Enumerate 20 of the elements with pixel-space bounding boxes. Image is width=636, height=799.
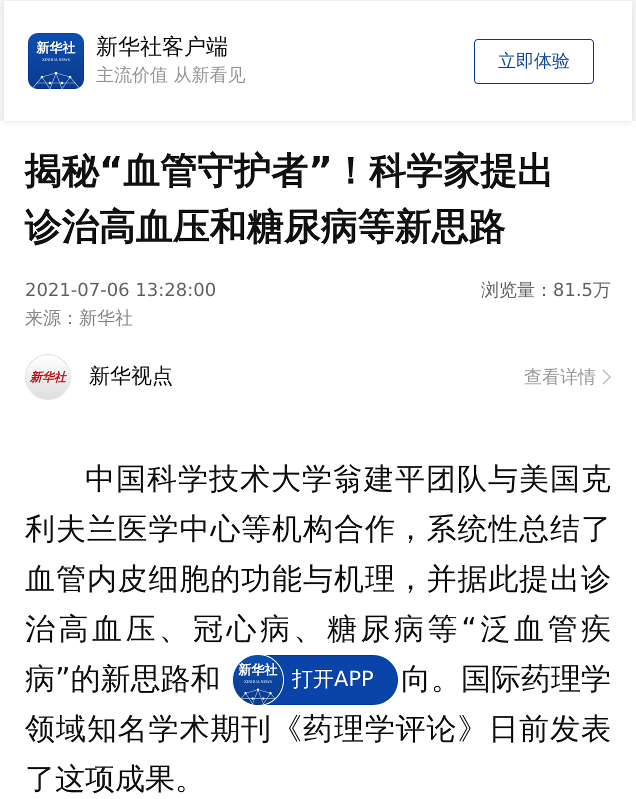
try-now-button[interactable]: 立即体验 <box>474 38 594 84</box>
article-text: 治高血压、冠心病、糖尿病等“泛血管疾 <box>25 611 611 649</box>
article-text: 病”的新思路和 <box>25 661 221 699</box>
article-text: 中国科学技术大学翁建平团队与美国克 <box>84 461 611 499</box>
article-text: 了这项成果。 <box>25 761 205 799</box>
logo-text: 新华社 <box>238 664 278 677</box>
publish-time: 2021-07-06 13:28:00 <box>25 279 216 303</box>
article-text: 血管内皮细胞的功能与机理，并据此提出诊 <box>25 561 611 599</box>
logo-text: 新华社 <box>36 42 76 55</box>
app-name: 新华社客户端 <box>96 34 229 62</box>
view-count: 浏览量：81.5万 <box>480 279 611 303</box>
chevron-right-icon <box>602 369 611 385</box>
source: 来源：新华社 <box>25 307 134 331</box>
author-name: 新华视点 <box>89 363 173 390</box>
article-text: 向。国际药理学 <box>401 661 611 699</box>
app-slogan: 主流价值 从新看见 <box>96 64 246 88</box>
headline: 揭秘“血管守护者”！科学家提出诊治高血压和糖尿病等新思路 <box>25 148 556 250</box>
article-text: 领域知名学术期刊《药理学评论》日前发表 <box>25 711 611 749</box>
article-text: 利夫兰医学中心等机构合作，系统性总结了 <box>25 511 611 549</box>
avatar-text: 新华社 <box>30 369 66 386</box>
